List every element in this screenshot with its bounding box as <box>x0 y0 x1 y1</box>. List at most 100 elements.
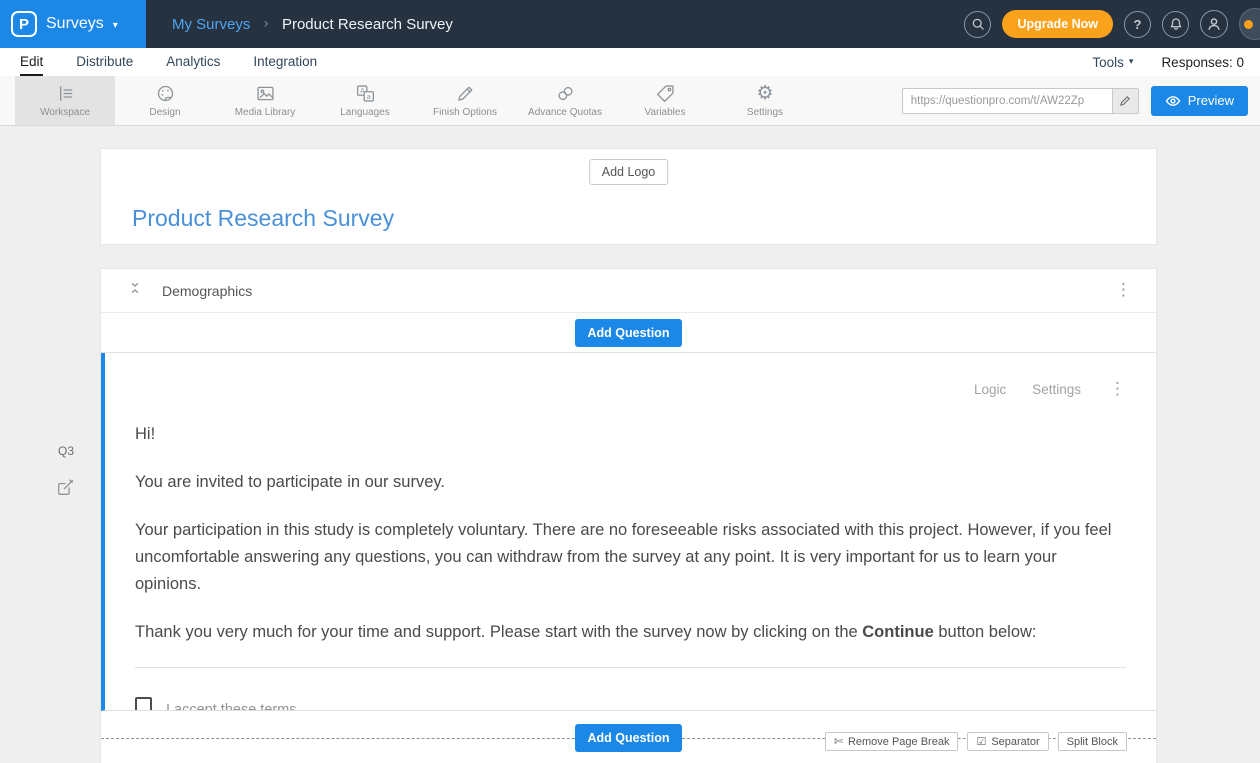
tab-edit[interactable]: Edit <box>20 48 43 76</box>
editor-toolbar: Workspace Design Media Library Aa Langua… <box>0 76 1260 126</box>
search-icon[interactable] <box>964 11 991 38</box>
toolbar-item-workspace[interactable]: Workspace <box>15 76 115 125</box>
breadcrumb-my-surveys[interactable]: My Surveys <box>172 16 250 33</box>
product-switcher[interactable]: P Surveys ▾ <box>0 0 146 48</box>
remove-page-break-button[interactable]: ✄ Remove Page Break <box>825 732 959 751</box>
upgrade-now-button[interactable]: Upgrade Now <box>1002 10 1113 38</box>
survey-canvas: Q3 Add Logo Product Research Survey Demo… <box>0 148 1260 763</box>
split-block-button[interactable]: Split Block <box>1058 732 1127 751</box>
user-avatar[interactable] <box>1200 10 1228 38</box>
feedback-dot-icon <box>1244 20 1253 29</box>
tools-label: Tools <box>1092 55 1124 70</box>
question-paragraph: Your participation in this study is comp… <box>135 517 1126 598</box>
toolbar-item-finish-options[interactable]: Finish Options <box>415 76 515 125</box>
toolbar-item-settings[interactable]: ⚙ Settings <box>715 76 815 125</box>
remove-page-break-label: Remove Page Break <box>848 736 950 748</box>
chevron-down-icon: ▾ <box>113 20 118 31</box>
survey-page: Add Logo Product Research Survey Demogra… <box>100 148 1157 763</box>
question-menu-kebab-icon[interactable]: ⋮ <box>1109 381 1126 398</box>
tools-dropdown[interactable]: Tools ▾ <box>1092 55 1133 70</box>
continue-bold-text: Continue <box>862 623 934 641</box>
help-icon[interactable]: ? <box>1124 11 1151 38</box>
responses-count: Responses: 0 <box>1161 55 1244 70</box>
design-palette-icon <box>155 83 176 104</box>
toolbar-label: Workspace <box>40 107 90 118</box>
terms-label-field[interactable]: I accept these terms <box>166 696 338 711</box>
tab-analytics[interactable]: Analytics <box>166 48 220 76</box>
toolbar-item-design[interactable]: Design <box>115 76 215 125</box>
advance-quotas-links-icon <box>555 83 576 104</box>
questionpro-logo-icon: P <box>11 11 37 37</box>
toolbar-label: Languages <box>340 107 390 118</box>
preview-button[interactable]: Preview <box>1151 86 1248 116</box>
toolbar-item-variables[interactable]: Variables <box>615 76 715 125</box>
section-menu-kebab-icon[interactable]: ⋮ <box>1115 282 1132 299</box>
workspace-icon <box>55 83 76 104</box>
media-library-icon <box>255 83 276 104</box>
section-header: Demographics ⋮ <box>101 269 1156 313</box>
survey-header-card: Add Logo Product Research Survey <box>100 148 1157 245</box>
breadcrumb-current-survey: Product Research Survey <box>282 16 453 33</box>
notifications-bell-icon[interactable] <box>1162 11 1189 38</box>
question-paragraph: Thank you very much for your time and su… <box>135 619 1126 646</box>
question-paragraph: Hi! <box>135 421 1126 448</box>
paragraph-text: button below: <box>934 623 1037 641</box>
feedback-widget[interactable] <box>1239 8 1260 40</box>
terms-checkbox[interactable] <box>135 697 152 711</box>
edit-question-icon[interactable] <box>56 478 75 502</box>
edit-url-pencil-icon[interactable] <box>1112 89 1138 113</box>
paragraph-text: Thank you very much for your time and su… <box>135 623 862 641</box>
terms-label: I accept these terms <box>166 702 297 711</box>
languages-icon: Aa <box>355 83 376 104</box>
app-root: P Surveys ▾ My Surveys › Product Researc… <box>0 0 1260 763</box>
topbar: P Surveys ▾ My Surveys › Product Researc… <box>0 0 1260 48</box>
toolbar-label: Settings <box>747 107 783 118</box>
logo-letter: P <box>19 16 29 33</box>
svg-text:a: a <box>366 93 370 101</box>
toolbar-item-advance-quotas[interactable]: Advance Quotas <box>515 76 615 125</box>
topbar-actions: Upgrade Now ? <box>964 8 1260 40</box>
section-block: Demographics ⋮ Add Question Logic Settin… <box>100 268 1157 763</box>
toolbar-label: Variables <box>645 107 686 118</box>
finish-options-pencil-icon <box>455 83 476 104</box>
survey-url-input[interactable] <box>903 95 1112 107</box>
add-question-button-bottom[interactable]: Add Question <box>575 724 683 752</box>
settings-gear-icon: ⚙ <box>756 83 773 104</box>
variables-tag-icon <box>655 83 676 104</box>
toolbar-label: Media Library <box>235 107 296 118</box>
question-settings-button[interactable]: Settings <box>1032 382 1081 397</box>
toolbar-label: Finish Options <box>433 107 497 118</box>
breadcrumb-separator: › <box>263 16 269 32</box>
split-block-label: Split Block <box>1067 736 1118 748</box>
question-logic-button[interactable]: Logic <box>974 382 1006 397</box>
product-name: Surveys <box>46 15 104 33</box>
preview-label: Preview <box>1188 93 1234 108</box>
survey-title[interactable]: Product Research Survey <box>132 205 394 232</box>
question-body: Hi! You are invited to participate in ou… <box>135 421 1126 711</box>
toolbar-label: Advance Quotas <box>528 107 602 118</box>
question-actions: Logic Settings ⋮ <box>974 381 1126 398</box>
page-break-row: Add Question ✄ Remove Page Break ☑ Separ… <box>101 711 1156 763</box>
toolbar-item-languages[interactable]: Aa Languages <box>315 76 415 125</box>
toolbar-right: Preview <box>902 76 1260 125</box>
terms-option-row: I accept these terms <box>135 696 1126 711</box>
remove-page-break-icon: ✄ <box>834 735 843 748</box>
section-title[interactable]: Demographics <box>162 283 252 299</box>
survey-url-field <box>902 88 1139 114</box>
tab-integration[interactable]: Integration <box>253 48 317 76</box>
separator-check-icon: ☑ <box>976 735 986 748</box>
tab-distribute[interactable]: Distribute <box>76 48 133 76</box>
collapse-section-icon[interactable] <box>127 280 143 301</box>
subnav-right: Tools ▾ Responses: 0 <box>1092 48 1244 76</box>
separator-button[interactable]: ☑ Separator <box>967 732 1048 751</box>
toolbar-label: Design <box>149 107 180 118</box>
question-paragraph: You are invited to participate in our su… <box>135 469 1126 496</box>
question-number-label: Q3 <box>58 444 74 458</box>
page-break-actions: ✄ Remove Page Break ☑ Separator Split Bl… <box>825 732 1127 751</box>
add-question-button[interactable]: Add Question <box>575 319 683 347</box>
survey-nav: Edit Distribute Analytics Integration To… <box>0 48 1260 76</box>
add-question-row: Add Question <box>101 313 1156 353</box>
question-card[interactable]: Logic Settings ⋮ Hi! You are invited to … <box>101 353 1156 711</box>
toolbar-item-media-library[interactable]: Media Library <box>215 76 315 125</box>
add-logo-button[interactable]: Add Logo <box>589 159 669 185</box>
